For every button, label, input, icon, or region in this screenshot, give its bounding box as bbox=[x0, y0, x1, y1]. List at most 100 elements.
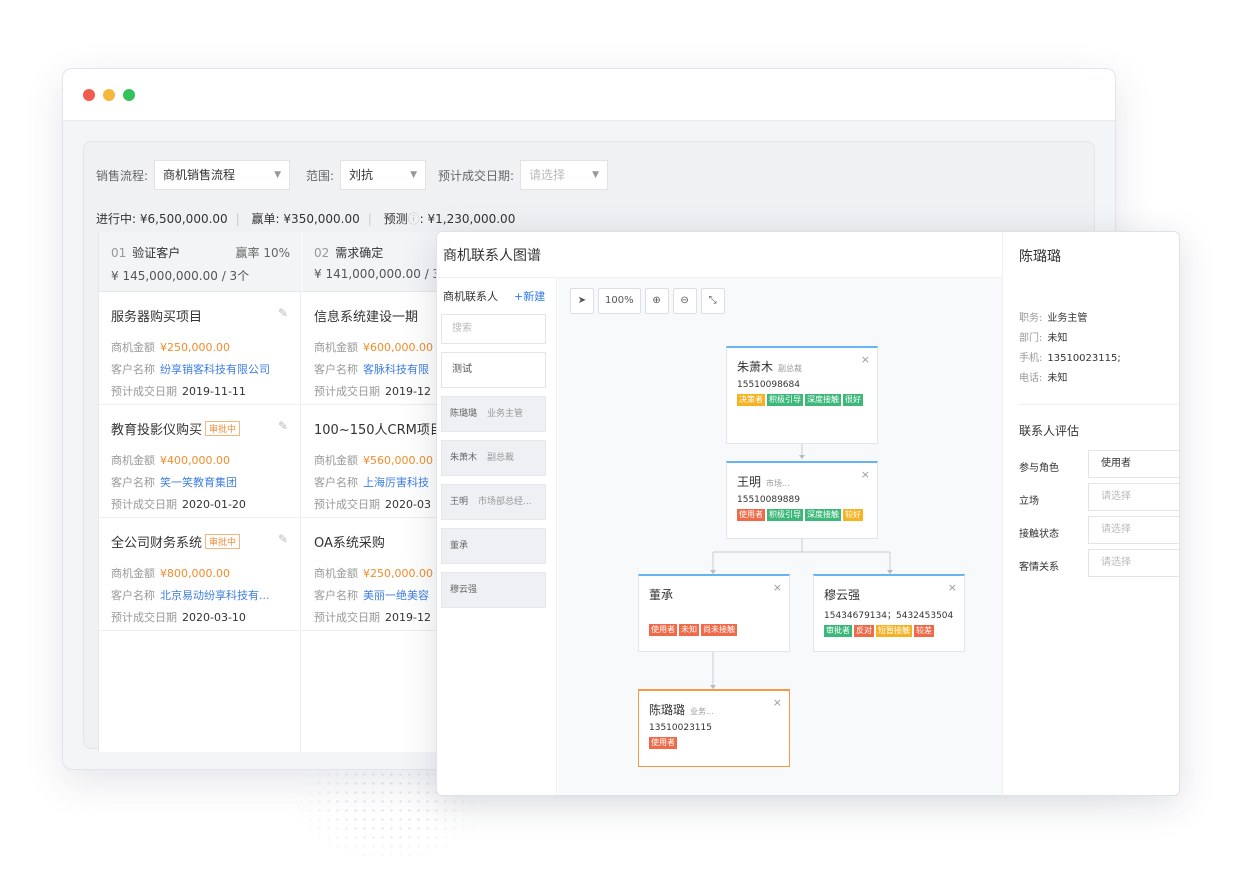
stage-cards: 服务器购买项目 商机金额 ¥250,000.00 客户名称 纷享销客科技有限公司 预计成交… bbox=[99, 292, 300, 631]
detail-title: 职务: 业务主管 bbox=[1019, 309, 1087, 324]
contact-name: 朱萧木 bbox=[450, 453, 478, 463]
field-label: 预计成交日期 bbox=[314, 385, 380, 398]
close-icon[interactable]: × bbox=[773, 696, 782, 709]
contact-node[interactable]: × 陈璐璐 业务... 13510023115 使用者 bbox=[638, 689, 790, 767]
stage-header: 01 验证客户 赢率 10% ¥ 145,000,000.00 / 3个 bbox=[99, 232, 300, 292]
contact-node[interactable]: × 穆云强 15434679134；5432453504 审批者 反对 短暂接触 较差 bbox=[813, 574, 965, 652]
deal-name: 全公司财务系统 审批中 bbox=[111, 532, 288, 551]
close-icon[interactable]: × bbox=[948, 581, 957, 594]
detail-mobile-label: 手机: bbox=[1019, 353, 1043, 364]
field-value: ¥600,000.00 bbox=[363, 341, 433, 354]
node-tags: 使用者 未知 尚未接触 bbox=[649, 624, 779, 636]
edit-icon[interactable]: ✎ bbox=[278, 419, 288, 433]
flow-filter: 销售流程: 商机销售流程 ▼ bbox=[96, 160, 291, 190]
contact-name: 王明 bbox=[450, 497, 469, 507]
stage-name: 验证客户 bbox=[132, 246, 181, 260]
minimize-dot-icon[interactable] bbox=[103, 89, 115, 101]
deal-field: 客户名称 笑一笑教育集团 bbox=[111, 474, 288, 490]
sidebar-contact-item[interactable]: 王明 市场部总经... bbox=[441, 484, 546, 520]
contact-role: 市场部总经... bbox=[478, 497, 532, 507]
contact-node[interactable]: × 朱萧木 副总裁 15510098684 决策者 积极引导 深度接触 很好 bbox=[726, 346, 878, 444]
stage-amount: ¥ 145,000,000.00 / 3个 bbox=[111, 269, 250, 283]
node-tag: 使用者 bbox=[649, 624, 677, 636]
close-icon[interactable]: × bbox=[861, 468, 870, 481]
node-name-text: 朱萧木 bbox=[737, 360, 774, 374]
contact-filter-input[interactable]: 测试 bbox=[441, 352, 546, 388]
detail-mobile-value: 13510023115; bbox=[1047, 353, 1121, 364]
node-tag: 审批者 bbox=[824, 625, 852, 637]
maximize-dot-icon[interactable] bbox=[123, 89, 135, 101]
close-dot-icon[interactable] bbox=[83, 89, 95, 101]
node-role: 市场... bbox=[766, 479, 790, 488]
won-label: 赢单: bbox=[251, 212, 280, 226]
date-filter-label: 预计成交日期: bbox=[438, 168, 515, 183]
deal-field: 预计成交日期 2020-03-10 bbox=[111, 609, 288, 625]
role-select[interactable]: 使用者 bbox=[1088, 450, 1179, 478]
help-icon[interactable]: ⓘ bbox=[408, 212, 420, 226]
date-select[interactable]: 请选择 ▼ bbox=[520, 160, 609, 190]
stance-select[interactable]: 请选择 bbox=[1088, 483, 1179, 511]
node-tag: 积极引导 bbox=[767, 509, 803, 521]
scope-filter: 范围: 刘抗 ▼ bbox=[306, 160, 427, 190]
close-icon[interactable]: × bbox=[861, 353, 870, 366]
close-icon[interactable]: × bbox=[773, 581, 782, 594]
edit-icon[interactable]: ✎ bbox=[278, 306, 288, 320]
node-tag: 短暂接触 bbox=[876, 625, 912, 637]
field-label: 商机金额 bbox=[314, 567, 358, 580]
detail-phone: 电话: 未知 bbox=[1019, 369, 1067, 384]
scope-select[interactable]: 刘抗 ▼ bbox=[340, 160, 427, 190]
field-value: 上海厉害科技 bbox=[363, 476, 429, 489]
field-label: 预计成交日期 bbox=[314, 498, 380, 511]
contact-name: 穆云强 bbox=[450, 585, 478, 595]
field-value: 2019-12 bbox=[385, 611, 431, 624]
field-value: 2020-03 bbox=[385, 498, 431, 511]
edit-icon[interactable]: ✎ bbox=[278, 532, 288, 546]
field-label: 商机金额 bbox=[314, 454, 358, 467]
contact-node[interactable]: × 董承 使用者 未知 尚未接触 bbox=[638, 574, 790, 652]
contact-role: 副总裁 bbox=[487, 453, 515, 463]
field-label: 客户名称 bbox=[314, 589, 358, 602]
flow-select-value: 商机销售流程 bbox=[163, 168, 236, 182]
node-name-text: 穆云强 bbox=[824, 588, 861, 602]
deal-card[interactable]: 教育投影仪购买 审批中 商机金额 ¥400,000.00 客户名称 笑一笑教育集团 预计成交… bbox=[99, 405, 300, 518]
deal-card[interactable]: 服务器购买项目 商机金额 ¥250,000.00 客户名称 纷享销客科技有限公司 预计成交… bbox=[99, 292, 300, 405]
contact-search-input[interactable]: 搜索 bbox=[441, 314, 546, 344]
contact-status-select[interactable]: 请选择 bbox=[1088, 516, 1179, 544]
flow-select[interactable]: 商机销售流程 ▼ bbox=[154, 160, 291, 190]
node-tag: 深度接触 bbox=[805, 509, 841, 521]
new-contact-link[interactable]: +新建 bbox=[514, 288, 545, 304]
node-phone bbox=[649, 608, 779, 620]
node-phone: 15510098684 bbox=[737, 380, 800, 390]
stance-label: 立场 bbox=[1019, 496, 1039, 507]
deal-card[interactable]: 全公司财务系统 审批中 商机金额 ¥800,000.00 客户名称 北京易动纷享科技有..… bbox=[99, 518, 300, 631]
node-tag: 积极引导 bbox=[767, 394, 803, 406]
sidebar-contact-item[interactable]: 董承 bbox=[441, 528, 546, 564]
contact-name: 董承 bbox=[450, 541, 469, 551]
contact-node[interactable]: × 王明 市场... 15510089889 使用者 积极引导 深度接触 较好 bbox=[726, 461, 878, 539]
sidebar-contact-item[interactable]: 陈璐璐 业务主管 bbox=[441, 396, 546, 432]
contact-status-label: 接触状态 bbox=[1019, 529, 1059, 540]
field-label: 商机金额 bbox=[111, 454, 155, 467]
field-value: ¥400,000.00 bbox=[160, 454, 230, 467]
deal-field: 商机金额 ¥250,000.00 bbox=[111, 339, 288, 355]
node-tag: 反对 bbox=[854, 625, 874, 637]
graph-canvas[interactable]: ➤ 100% ⊕ ⊖ ⤡ × 朱萧木 副总裁 15510098684 决策者 积极引导深 bbox=[558, 277, 1002, 795]
node-name: 朱萧木 副总裁 bbox=[737, 358, 867, 375]
node-tag: 很好 bbox=[843, 394, 863, 406]
relation-select[interactable]: 请选择 bbox=[1088, 549, 1179, 577]
field-value: 2020-01-20 bbox=[182, 498, 246, 511]
contact-sidebar: 商机联系人 +新建 搜索 测试 陈璐璐 业务主管 朱萧木 副总裁 王明 市场部总经... 董… bbox=[437, 277, 557, 795]
sidebar-contact-item[interactable]: 穆云强 bbox=[441, 572, 546, 608]
field-label: 商机金额 bbox=[111, 567, 155, 580]
deal-field: 预计成交日期 2019-11-11 bbox=[111, 383, 288, 399]
deal-field: 客户名称 纷享销客科技有限公司 bbox=[111, 361, 288, 377]
scope-filter-label: 范围: bbox=[306, 168, 335, 183]
in-progress-label: 进行中: bbox=[96, 212, 137, 226]
detail-phone-value: 未知 bbox=[1047, 373, 1068, 384]
date-select-placeholder: 请选择 bbox=[529, 168, 566, 182]
chevron-down-icon: ▼ bbox=[592, 170, 600, 180]
node-role: 业务... bbox=[690, 707, 714, 716]
sidebar-contact-item[interactable]: 朱萧木 副总裁 bbox=[441, 440, 546, 476]
deal-title: 100~150人CRM项目 bbox=[314, 423, 443, 438]
deal-field: 预计成交日期 2020-01-20 bbox=[111, 496, 288, 512]
